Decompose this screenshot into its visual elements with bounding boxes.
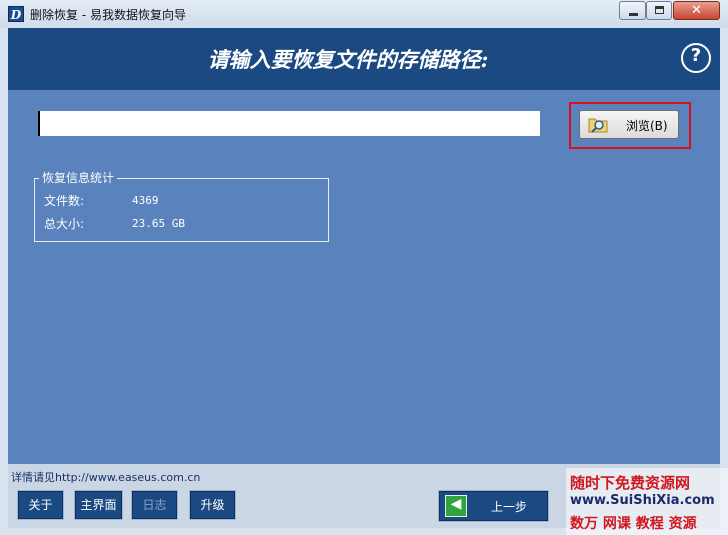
watermark-line-1: 随时下免费资源网 — [570, 474, 691, 492]
previous-step-label: 上一步 — [491, 500, 528, 514]
close-icon: ✕ — [691, 3, 702, 18]
file-count-value: 4369 — [132, 194, 159, 207]
recovery-stats-group: 恢复信息统计 文件数: 4369 总大小: 23.65 GB — [34, 171, 329, 242]
folder-search-icon — [588, 118, 608, 133]
previous-step-button[interactable]: ◀ 上一步 — [438, 490, 549, 522]
main-panel: 浏览(B) 恢复信息统计 文件数: 4369 总大小: 23.65 GB — [8, 90, 720, 464]
website-link[interactable]: 详情请见http://www.easeus.com.cn — [11, 469, 200, 485]
total-size-label: 总大小: — [44, 217, 85, 231]
help-button[interactable]: ? — [681, 43, 711, 73]
log-button: 日志 — [131, 490, 178, 520]
browse-label: 浏览(B) — [626, 119, 668, 133]
window-title: 删除恢复 - 易我数据恢复向导 — [30, 8, 186, 22]
minimize-icon — [629, 13, 638, 16]
main-ui-button[interactable]: 主界面 — [74, 490, 123, 520]
maximize-icon — [655, 6, 664, 14]
maximize-button[interactable] — [646, 1, 672, 20]
header-banner: 请输入要恢复文件的存储路径: ? — [8, 28, 720, 90]
close-button[interactable]: ✕ — [673, 1, 720, 20]
save-path-input[interactable] — [38, 111, 540, 136]
minimize-button[interactable] — [619, 1, 646, 20]
recovery-wizard-window: D 删除恢复 - 易我数据恢复向导 ✕ 请输入要恢复文件的存储路径: ? 浏览(… — [0, 0, 728, 535]
watermark-line-2: www.SuiShiXia.com — [570, 493, 715, 508]
page-title: 请输入要恢复文件的存储路径: — [207, 47, 489, 72]
about-button[interactable]: 关于 — [17, 490, 64, 520]
watermark-line-3: 数万 网课 教程 资源 — [570, 516, 697, 532]
browse-button[interactable]: 浏览(B) — [579, 110, 679, 139]
file-count-label: 文件数: — [44, 194, 85, 208]
watermark: 随时下免费资源网 www.SuiShiXia.com 数万 网课 教程 资源 — [566, 468, 728, 535]
stats-legend: 恢复信息统计 — [39, 171, 118, 185]
total-size-value: 23.65 GB — [132, 217, 185, 230]
title-bar[interactable]: D 删除恢复 - 易我数据恢复向导 ✕ — [0, 0, 728, 28]
arrow-left-icon: ◀ — [445, 495, 467, 517]
upgrade-button[interactable]: 升级 — [189, 490, 236, 520]
app-icon: D — [8, 6, 24, 22]
